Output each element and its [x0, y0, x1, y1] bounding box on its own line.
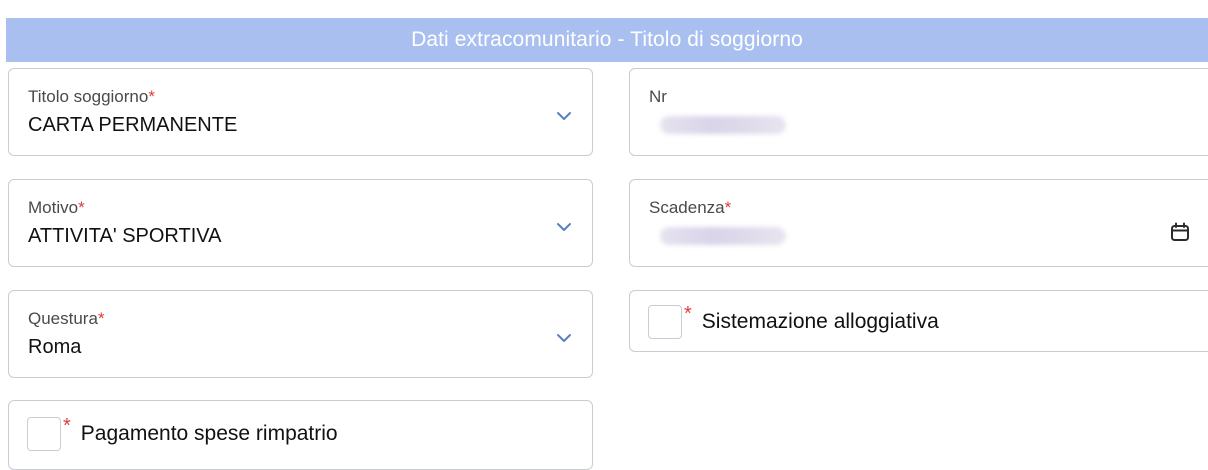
chevron-down-icon[interactable]: [556, 110, 572, 122]
required-mark: *: [684, 302, 692, 325]
pagamento-label: Pagamento spese rimpatrio: [80, 422, 338, 445]
questura-label: Questura*: [28, 309, 105, 328]
scadenza-value-blurred: [660, 227, 786, 245]
titolo-soggiorno-select[interactable]: Titolo soggiorno* CARTA PERMANENTE: [8, 68, 593, 156]
motivo-label: Motivo*: [28, 198, 85, 217]
pagamento-checkbox[interactable]: [27, 417, 61, 451]
sistemazione-row[interactable]: * Sistemazione alloggiativa: [648, 302, 939, 339]
pagamento-row[interactable]: * Pagamento spese rimpatrio: [27, 414, 338, 451]
nr-label: Nr: [649, 87, 667, 106]
questura-value: Roma: [28, 336, 82, 358]
calendar-icon[interactable]: [1170, 222, 1190, 242]
chevron-down-icon[interactable]: [556, 332, 572, 344]
required-mark: *: [63, 414, 71, 437]
section-title: Dati extracomunitario - Titolo di soggio…: [411, 28, 803, 51]
nr-field[interactable]: Nr: [629, 68, 1208, 156]
sistemazione-checkbox[interactable]: [648, 305, 682, 339]
questura-select[interactable]: Questura* Roma: [8, 290, 593, 378]
scadenza-field[interactable]: Scadenza*: [629, 179, 1208, 267]
scadenza-label: Scadenza*: [649, 198, 732, 217]
titolo-soggiorno-value: CARTA PERMANENTE: [28, 114, 238, 136]
chevron-down-icon[interactable]: [556, 221, 572, 233]
titolo-soggiorno-label: Titolo soggiorno*: [28, 87, 155, 106]
section-header: Dati extracomunitario - Titolo di soggio…: [6, 18, 1208, 62]
motivo-select[interactable]: Motivo* ATTIVITA' SPORTIVA: [8, 179, 593, 267]
pagamento-container: * Pagamento spese rimpatrio: [8, 400, 593, 470]
nr-value-blurred: [660, 116, 786, 134]
motivo-value: ATTIVITA' SPORTIVA: [28, 225, 222, 247]
sistemazione-label: Sistemazione alloggiativa: [701, 310, 939, 333]
sistemazione-container: * Sistemazione alloggiativa: [629, 290, 1208, 352]
